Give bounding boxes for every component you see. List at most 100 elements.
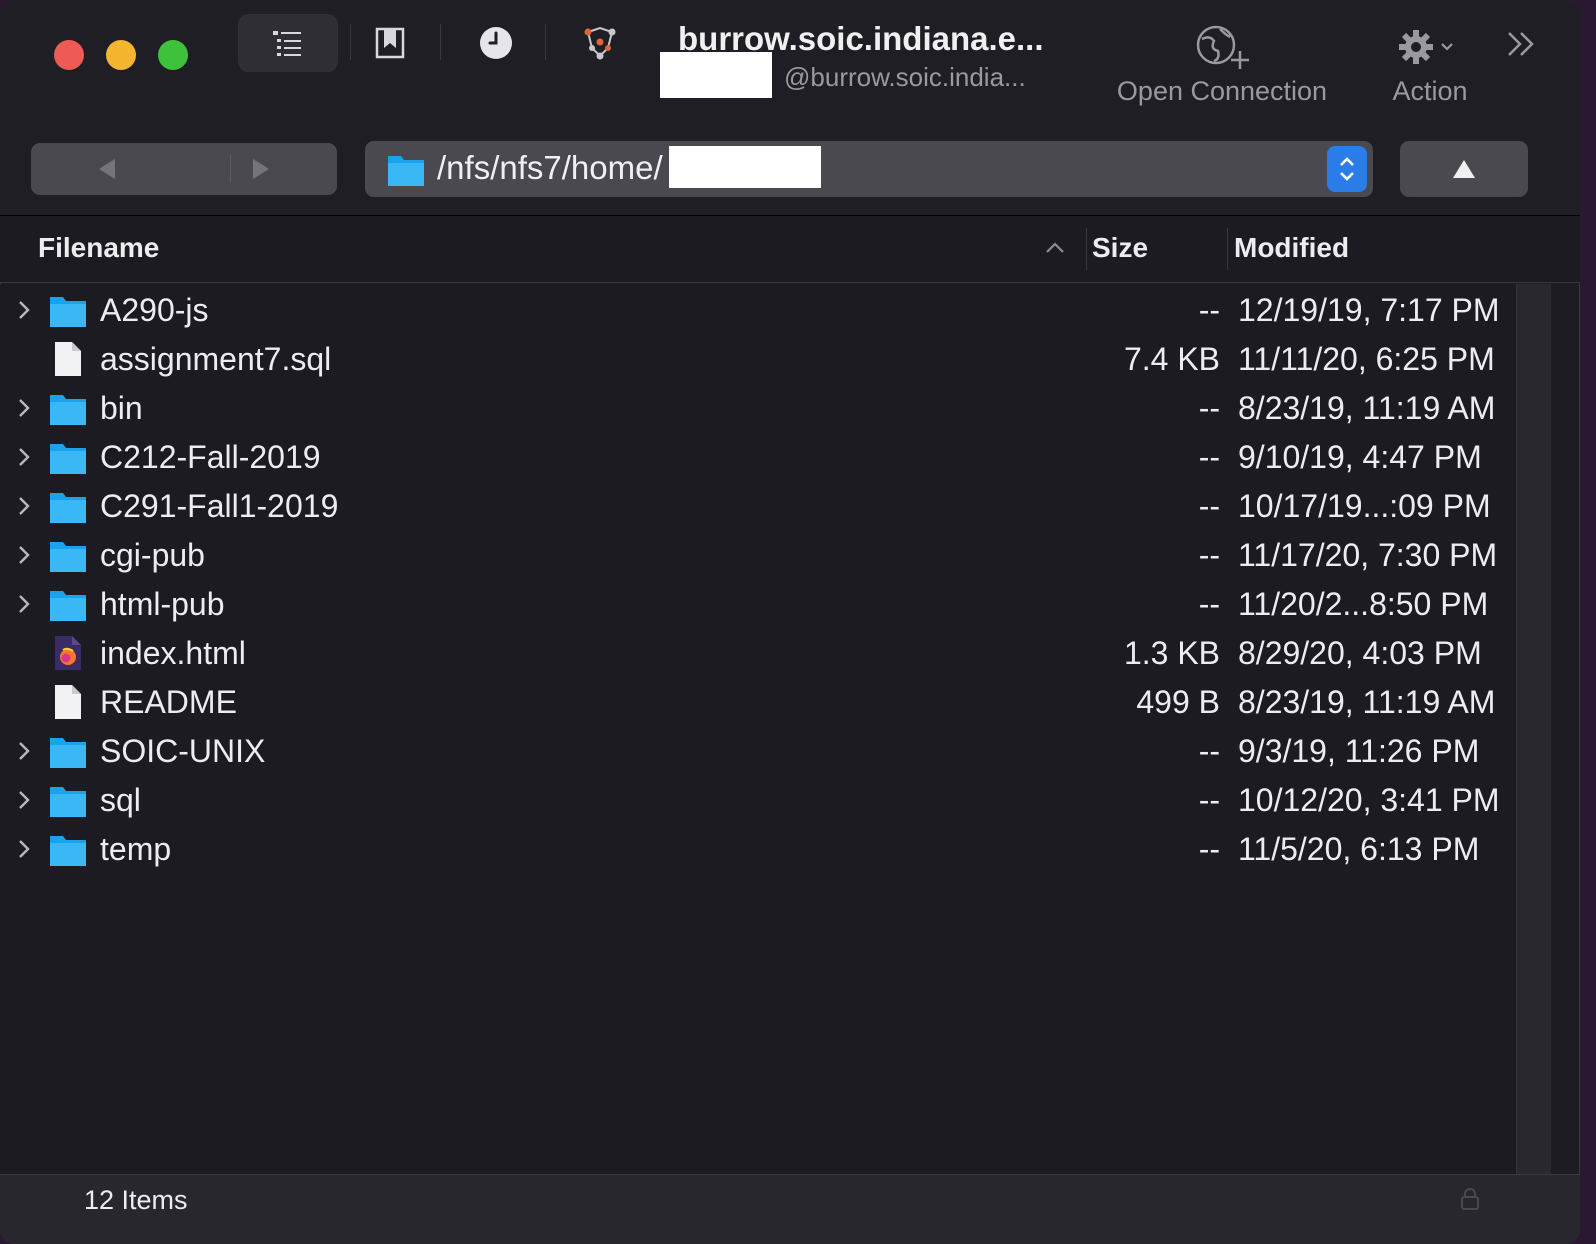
bonjour-icon xyxy=(584,26,616,60)
toolbar-separator xyxy=(350,24,351,60)
file-modified: 11/11/20, 6:25 PM xyxy=(1238,341,1495,377)
file-name: cgi-pub xyxy=(100,537,205,573)
file-type-icon xyxy=(48,437,88,477)
close-window-button[interactable] xyxy=(54,40,84,70)
bonjour-button[interactable] xyxy=(570,14,630,72)
file-row[interactable]: sql -- 10/12/20, 3:41 PM xyxy=(0,776,1516,825)
forward-button[interactable] xyxy=(185,143,337,195)
path-selector[interactable]: /nfs/nfs7/home/ xyxy=(365,141,1373,197)
folder-icon xyxy=(50,787,86,817)
outline-view-button[interactable] xyxy=(238,14,338,72)
file-row[interactable]: C291-Fall1-2019 -- 10/17/19...:09 PM xyxy=(0,482,1516,531)
file-size: 7.4 KB xyxy=(1123,341,1220,377)
expand-toggle[interactable] xyxy=(14,837,34,861)
file-row[interactable]: index.html 1.3 KB 8/29/20, 4:03 PM xyxy=(0,629,1516,678)
folder-icon xyxy=(50,738,86,768)
column-divider[interactable] xyxy=(1086,228,1087,270)
up-down-chevron-icon xyxy=(1340,157,1354,181)
toolbar-overflow-button[interactable] xyxy=(1496,22,1546,66)
toolbar-separator xyxy=(440,24,441,60)
expand-toggle[interactable] xyxy=(14,543,34,567)
file-size: 499 B xyxy=(1136,684,1220,720)
column-modified[interactable]: Modified xyxy=(1234,232,1349,264)
expand-toggle[interactable] xyxy=(14,788,34,812)
folder-icon xyxy=(50,395,86,425)
file-modified: 8/29/20, 4:03 PM xyxy=(1238,635,1482,671)
file-name: README xyxy=(100,684,237,720)
expand-toggle[interactable] xyxy=(14,396,34,420)
file-row[interactable]: html-pub -- 11/20/2...8:50 PM xyxy=(0,580,1516,629)
item-count: 12 Items xyxy=(84,1185,188,1215)
file-type-icon xyxy=(48,290,88,330)
file-type-icon xyxy=(48,486,88,526)
zoom-window-button[interactable] xyxy=(158,40,188,70)
column-header: Filename Size Modified xyxy=(0,216,1580,283)
connection-user: @burrow.soic.india... xyxy=(784,62,1026,92)
file-row[interactable]: cgi-pub -- 11/17/20, 7:30 PM xyxy=(0,531,1516,580)
expand-toggle[interactable] xyxy=(14,445,34,469)
disclosure-chevron-icon xyxy=(19,742,30,760)
file-row[interactable]: A290-js -- 12/19/19, 7:17 PM xyxy=(0,286,1516,335)
file-size: 1.3 KB xyxy=(1123,635,1220,671)
outline-view-icon xyxy=(273,31,301,56)
path-popup-button[interactable] xyxy=(1327,146,1367,192)
file-row[interactable]: C212-Fall-2019 -- 9/10/19, 4:47 PM xyxy=(0,433,1516,482)
folder-icon xyxy=(50,542,86,572)
sort-ascending-icon xyxy=(1046,242,1064,253)
file-modified: 12/19/19, 7:17 PM xyxy=(1238,292,1500,328)
file-size: -- xyxy=(1198,782,1220,818)
expand-toggle[interactable] xyxy=(14,494,34,518)
history-button[interactable] xyxy=(466,14,526,72)
column-size[interactable]: Size xyxy=(1092,232,1148,264)
file-size: -- xyxy=(1198,831,1220,867)
action-menu-button[interactable]: Action xyxy=(1370,18,1490,107)
file-type-icon xyxy=(48,388,88,428)
back-arrow-icon xyxy=(99,159,115,179)
file-size: -- xyxy=(1198,439,1220,475)
column-filename[interactable]: Filename xyxy=(38,232,159,264)
expand-toggle[interactable] xyxy=(14,739,34,763)
file-row[interactable]: assignment7.sql 7.4 KB 11/11/20, 6:25 PM xyxy=(0,335,1516,384)
disclosure-chevron-icon xyxy=(19,595,30,613)
file-name: SOIC-UNIX xyxy=(100,733,266,769)
folder-icon xyxy=(50,444,86,474)
file-name: A290-js xyxy=(100,292,209,328)
file-name: index.html xyxy=(100,635,246,671)
file-row[interactable]: temp -- 11/5/20, 6:13 PM xyxy=(0,825,1516,874)
file-name: bin xyxy=(100,390,143,426)
expand-toggle[interactable] xyxy=(14,592,34,616)
file-row[interactable]: README 499 B 8/23/19, 11:19 AM xyxy=(0,678,1516,727)
folder-icon xyxy=(50,493,86,523)
file-type-icon xyxy=(48,535,88,575)
folder-icon xyxy=(388,156,424,186)
toolbar-separator xyxy=(545,24,546,60)
expand-toggle[interactable] xyxy=(14,298,34,322)
open-connection-label: Open Connection xyxy=(1116,76,1328,106)
file-modified: 11/17/20, 7:30 PM xyxy=(1238,537,1498,573)
parent-directory-icon xyxy=(1453,160,1475,178)
redacted-username xyxy=(660,52,772,98)
file-modified: 9/3/19, 11:26 PM xyxy=(1238,733,1480,769)
open-connection-globe-icon xyxy=(1196,25,1249,69)
file-modified: 10/12/20, 3:41 PM xyxy=(1238,782,1500,818)
open-connection-button[interactable]: Open Connection xyxy=(1102,18,1342,107)
file-type-icon xyxy=(48,780,88,820)
disclosure-chevron-icon xyxy=(19,497,30,515)
file-type-icon xyxy=(48,584,88,624)
toolbar: burrow.soic.indiana.e... @burrow.soic.in… xyxy=(0,0,1580,216)
file-name: C291-Fall1-2019 xyxy=(100,488,339,524)
back-button[interactable] xyxy=(31,143,183,195)
file-size: -- xyxy=(1198,537,1220,573)
parent-directory-button[interactable] xyxy=(1400,141,1528,197)
vertical-scrollbar[interactable] xyxy=(1516,284,1551,1174)
history-icon xyxy=(480,27,512,59)
file-modified: 8/23/19, 11:19 AM xyxy=(1238,684,1496,720)
file-row[interactable]: bin -- 8/23/19, 11:19 AM xyxy=(0,384,1516,433)
document-icon xyxy=(55,342,81,376)
minimize-window-button[interactable] xyxy=(106,40,136,70)
column-divider[interactable] xyxy=(1227,228,1228,270)
bookmarks-button[interactable] xyxy=(360,14,420,72)
file-modified: 11/20/2...8:50 PM xyxy=(1238,586,1489,622)
disclosure-chevron-icon xyxy=(19,546,30,564)
file-row[interactable]: SOIC-UNIX -- 9/3/19, 11:26 PM xyxy=(0,727,1516,776)
